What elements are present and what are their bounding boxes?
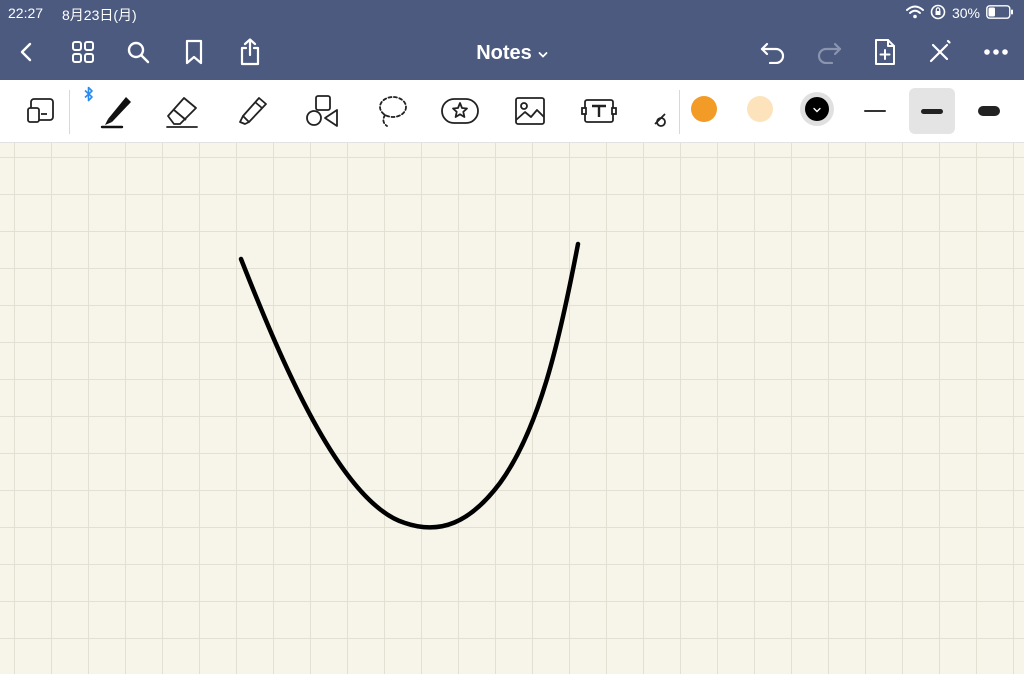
pencil-off-icon[interactable] [922,34,958,70]
toolbar-divider [679,90,680,134]
orientation-lock-icon [930,4,946,23]
color-swatch-black[interactable] [800,92,834,126]
tool-bar [0,80,1024,143]
grid-icon[interactable] [65,34,101,70]
toolbar-divider [69,90,70,134]
text-box-icon[interactable] [574,88,624,134]
document-title: Notes [476,41,532,64]
chevron-left-icon[interactable] [9,34,45,70]
status-date: 8月23日(月) [62,7,137,23]
top-bar: 22:27 8月23日(月) 30% Notes [0,0,1024,80]
chevron-down-icon [538,42,548,65]
note-canvas[interactable] [0,143,1024,674]
lasso-icon[interactable] [366,88,416,134]
image-icon[interactable] [505,88,555,134]
stroke-sample-thick [978,106,1000,116]
highlighter-icon[interactable] [226,88,276,134]
navigation-bar: Notes [0,28,1024,78]
zoom-window-icon[interactable] [16,88,66,134]
selected-color-indicator [805,97,829,121]
undo-icon[interactable] [755,34,791,70]
stroke-width-medium[interactable] [909,88,955,134]
bluetooth-icon [84,86,94,107]
status-bar: 22:27 8月23日(月) 30% [0,0,1024,26]
stroke-sample-thin [864,110,886,112]
add-page-icon[interactable] [867,34,903,70]
wifi-icon [905,5,924,22]
color-swatch-orange[interactable] [691,96,717,122]
pen-tool[interactable] [84,86,146,134]
color-swatch-peach[interactable] [747,96,773,122]
sticker-icon[interactable] [435,88,485,134]
bookmark-icon[interactable] [176,34,212,70]
shapes-icon[interactable] [296,88,346,134]
more-icon[interactable] [978,34,1014,70]
laser-pointer-icon[interactable] [640,88,670,134]
eraser-icon[interactable] [157,88,207,134]
redo-icon[interactable] [811,34,847,70]
chevron-down-icon [813,100,821,118]
pen-icon [96,89,136,134]
document-title-menu[interactable]: Notes [476,42,548,65]
stroke-width-thin[interactable] [852,88,898,134]
battery-icon [986,4,1014,22]
status-indicators: 30% [905,4,1014,23]
stroke-width-thick[interactable] [966,88,1012,134]
battery-percent: 30% [951,5,980,21]
stroke-sample-medium [921,108,943,114]
status-time: 22:27 [8,5,44,21]
search-icon[interactable] [120,34,156,70]
ink-stroke[interactable] [238,241,581,530]
share-icon[interactable] [232,34,268,70]
